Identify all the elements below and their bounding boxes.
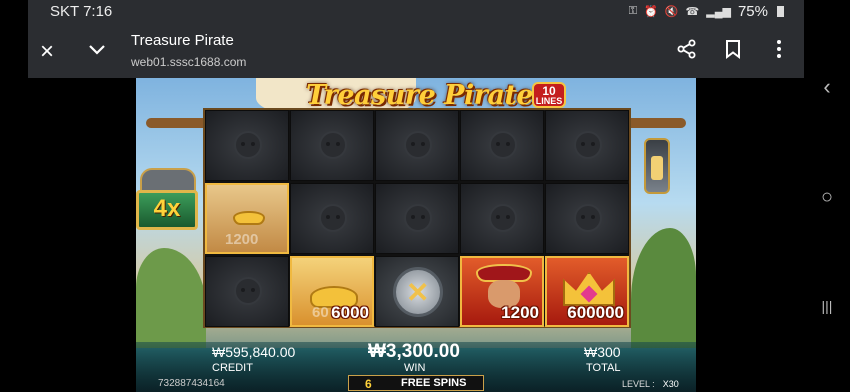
reel-cell-skull: [460, 110, 544, 181]
gold-coins-icon: [233, 211, 265, 225]
free-spins-count: 6: [365, 377, 372, 391]
reel-cell-skull: [290, 183, 374, 254]
reel-cell-skull: [375, 110, 459, 181]
reel-cell-crown: 600000: [545, 256, 629, 327]
reel-cell-coins: 60 6000: [290, 256, 374, 327]
skull-flag-icon: [319, 131, 347, 159]
lantern-icon: [644, 138, 670, 194]
reel-cell-skull: [205, 256, 289, 327]
credit-label: CREDIT: [212, 362, 253, 374]
browser-actions: [676, 38, 790, 60]
cell-amount: 600000: [567, 303, 624, 322]
home-icon[interactable]: ○: [818, 186, 836, 208]
level-label: LEVEL :: [622, 379, 655, 389]
skull-flag-icon: [234, 277, 262, 305]
lines-count: 10: [542, 84, 556, 98]
cell-amount: 1200: [225, 231, 259, 248]
cell-amount: 1200: [501, 303, 539, 322]
reel-cell-skull: [545, 183, 629, 254]
battery-percent: 75%: [737, 3, 768, 20]
skull-flag-icon: [489, 131, 517, 159]
total-bet-value: ₩300: [584, 344, 621, 360]
reel-cell-coins: 1200: [205, 183, 289, 254]
multiplier-badge: 4x: [136, 190, 198, 230]
reel-cell-skull: [205, 110, 289, 181]
mute-icon: 🔇: [664, 6, 679, 18]
battery-icon: [777, 6, 784, 17]
level-value: X30: [662, 379, 679, 389]
island-right: [631, 228, 696, 348]
reel-cell-wild: ✕: [375, 256, 459, 327]
skull-flag-icon: [574, 204, 602, 232]
browser-toolbar: × Treasure Pirate web01.sssc1688.com: [28, 24, 804, 78]
free-spins-counter: 6 FREE SPINS: [348, 375, 484, 391]
skull-flag-icon: [404, 204, 432, 232]
android-nav-bar: ‹ ○ |||: [804, 24, 850, 392]
alarm-icon: ⏰: [644, 6, 658, 18]
credit-value: ₩595,840.00: [212, 344, 296, 360]
phone-screen: SKT 7:16 ⚿ ⏰ 🔇 ☎ ▂▄▆ 75% × Treasure Pira…: [0, 0, 850, 392]
reel-cell-skull: [375, 183, 459, 254]
skull-flag-icon: [234, 131, 262, 159]
island-left: [136, 248, 206, 348]
reel-cell-skull: [290, 110, 374, 181]
free-spins-label: FREE SPINS: [401, 377, 467, 389]
wild-medallion-icon: ✕: [393, 267, 443, 317]
total-bet-label: TOTAL: [586, 362, 621, 374]
page-title: Treasure Pirate: [131, 32, 234, 49]
cell-amount: 6000: [331, 303, 369, 322]
game-logo: Treasure Pirate: [306, 80, 534, 111]
reel-cell-pirate: 1200: [460, 256, 544, 327]
status-time: SKT 7:16: [50, 3, 113, 20]
game-canvas[interactable]: Treasure Pirate 10 LINES 4x 1200 60 6000…: [136, 78, 696, 392]
close-icon[interactable]: ×: [40, 38, 54, 66]
share-icon[interactable]: [676, 38, 698, 60]
chevron-down-icon[interactable]: [86, 38, 108, 60]
key-icon: ⚿: [628, 5, 638, 17]
treasure-chest-icon: [140, 168, 196, 192]
recents-icon[interactable]: |||: [818, 298, 836, 318]
skull-flag-icon: [404, 131, 432, 159]
win-label: WIN: [404, 362, 426, 374]
more-vert-icon[interactable]: [768, 38, 790, 60]
skull-flag-icon: [574, 131, 602, 159]
cell-amount-faded: 60: [312, 304, 329, 321]
page-url[interactable]: web01.sssc1688.com: [131, 55, 246, 69]
status-bar: SKT 7:16 ⚿ ⏰ 🔇 ☎ ▂▄▆ 75%: [28, 0, 804, 24]
skull-flag-icon: [319, 204, 347, 232]
reel-cell-skull: [545, 110, 629, 181]
bookmark-icon[interactable]: [722, 38, 744, 60]
skull-flag-icon: [489, 204, 517, 232]
game-info-bar: ₩595,840.00 CREDIT ₩3,300.00 WIN ₩300 TO…: [136, 341, 696, 392]
back-icon[interactable]: ‹: [818, 74, 836, 99]
wifi-call-icon: ☎: [685, 6, 700, 18]
lines-badge: 10 LINES: [532, 82, 566, 108]
signal-icon: ▂▄▆: [706, 6, 731, 18]
lines-label: LINES: [535, 96, 563, 106]
reel-grid: 1200 60 6000 ✕ 1200 600000: [203, 108, 631, 328]
status-icons: ⚿ ⏰ 🔇 ☎ ▂▄▆ 75%: [629, 3, 784, 20]
win-value: ₩3,300.00: [368, 341, 460, 362]
reel-cell-skull: [460, 183, 544, 254]
level-indicator: LEVEL : X30: [622, 379, 679, 389]
round-id: 732887434164: [158, 378, 225, 389]
